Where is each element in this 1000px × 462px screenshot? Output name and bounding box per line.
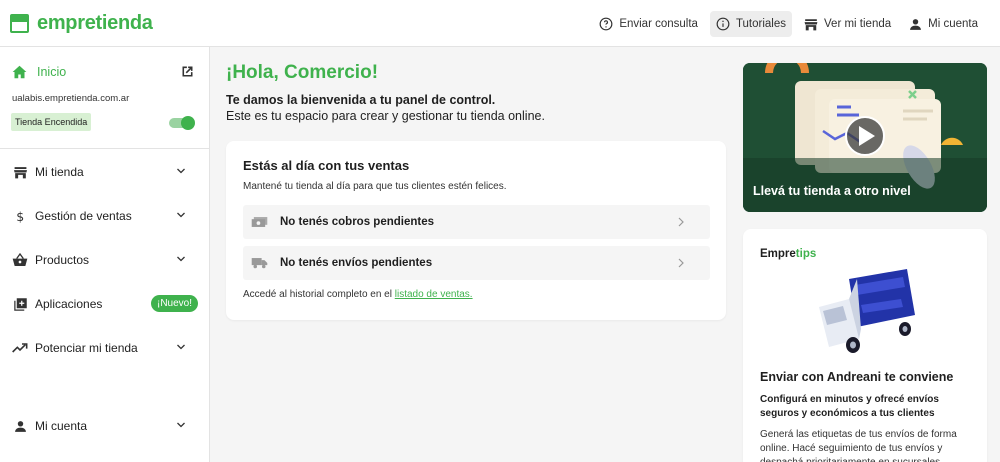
sales-card-subtitle: Mantené tu tienda al día para que tus cl… xyxy=(243,181,507,192)
sales-history-text: Accedé al historial completo en el lista… xyxy=(243,289,473,300)
open-external-icon[interactable] xyxy=(180,64,195,79)
chevron-down-icon xyxy=(173,341,189,353)
tips-body: Generá las etiquetas de tus envíos de fo… xyxy=(760,429,957,462)
tips-lead: Configurá en minutos y ofrecé envíos seg… xyxy=(760,394,939,419)
send-inquiry-button[interactable]: Enviar consulta xyxy=(593,11,704,37)
svg-text:$: $ xyxy=(16,209,24,224)
my-account-label: Mi cuenta xyxy=(35,419,88,433)
info-icon xyxy=(716,17,730,31)
pending-shipments-label: No tenés envíos pendientes xyxy=(280,257,433,269)
trending-up-icon xyxy=(12,342,28,354)
brand[interactable]: empretienda xyxy=(10,12,153,35)
pending-shipments-row[interactable]: No tenés envíos pendientes xyxy=(243,246,710,280)
chevron-down-icon xyxy=(173,253,189,265)
add-box-icon xyxy=(12,297,28,312)
sidebar-divider xyxy=(0,148,209,149)
boost-label: Potenciar mi tienda xyxy=(35,341,138,355)
store-toggle-thumb xyxy=(181,116,195,130)
sales-label: Gestión de ventas xyxy=(35,209,132,223)
tips-title-accent: tips xyxy=(795,248,817,260)
sidebar-item-sales[interactable]: $ Gestión de ventas xyxy=(12,205,198,227)
dollar-icon: $ xyxy=(12,209,28,224)
view-store-button[interactable]: Ver mi tienda xyxy=(798,11,897,37)
pending-payments-row[interactable]: No tenés cobros pendientes xyxy=(243,205,710,239)
history-prefix: Accedé al historial completo en el xyxy=(243,289,395,300)
welcome-text: Te damos la bienvenida a tu panel de con… xyxy=(226,93,496,107)
pending-payments-label: No tenés cobros pendientes xyxy=(280,216,435,228)
sidebar-item-products[interactable]: Productos xyxy=(12,249,198,271)
my-account-top-label: Mi cuenta xyxy=(928,18,978,30)
store-status-badge: Tienda Encendida xyxy=(11,113,92,131)
sales-card-title: Estás al día con tus ventas xyxy=(243,158,410,173)
apps-label: Aplicaciones xyxy=(35,297,103,311)
storefront-icon xyxy=(12,166,28,179)
store-url: ualabis.empretienda.com.ar xyxy=(12,93,130,104)
chevron-down-icon xyxy=(173,209,189,221)
basket-icon xyxy=(12,253,28,267)
store-toggle[interactable] xyxy=(169,116,195,130)
sidebar: Inicio ualabis.empretienda.com.ar Tienda… xyxy=(0,47,210,462)
tips-title-main: Empre xyxy=(760,248,796,260)
page-title: ¡Hola, Comercio! xyxy=(226,62,379,83)
tips-headline: Enviar con Andreani te conviene xyxy=(760,370,954,384)
brand-name: empretienda xyxy=(37,11,153,34)
tutorials-button[interactable]: Tutoriales xyxy=(709,11,793,37)
top-bar: empretienda Enviar consulta Tutoriales V… xyxy=(0,0,1000,47)
sales-card: Estás al día con tus ventas Mantené tu t… xyxy=(226,141,726,320)
sidebar-item-apps[interactable]: Aplicaciones ¡Nuevo! xyxy=(12,293,198,315)
person-icon xyxy=(12,420,28,433)
top-actions: Enviar consulta Tutoriales Ver mi tienda… xyxy=(593,11,984,37)
home-label: Inicio xyxy=(37,65,67,79)
chevron-right-icon xyxy=(676,257,686,269)
my-account-top-button[interactable]: Mi cuenta xyxy=(903,11,984,37)
sales-list-link[interactable]: listado de ventas. xyxy=(395,289,473,300)
products-label: Productos xyxy=(35,253,90,267)
help-circle-icon xyxy=(599,17,613,31)
person-icon xyxy=(909,18,922,31)
new-badge: ¡Nuevo! xyxy=(150,295,198,312)
chevron-right-icon xyxy=(676,216,686,228)
tutorials-label: Tutoriales xyxy=(735,18,787,30)
tips-title: Empretips xyxy=(760,248,816,260)
store-icon xyxy=(804,18,818,31)
sidebar-item-my-store[interactable]: Mi tienda xyxy=(12,161,198,183)
video-card[interactable]: Llevá tu tienda a otro nivel xyxy=(743,63,987,212)
sidebar-item-home[interactable]: Inicio xyxy=(12,65,66,79)
tips-card: Empretips Enviar con Andreani te convien… xyxy=(743,229,987,462)
payments-icon xyxy=(251,216,268,228)
send-inquiry-label: Enviar consulta xyxy=(619,18,698,30)
sidebar-item-my-account[interactable]: Mi cuenta xyxy=(12,415,198,437)
view-store-label: Ver mi tienda xyxy=(824,18,892,30)
home-icon xyxy=(12,65,27,79)
video-caption: Llevá tu tienda a otro nivel xyxy=(753,184,911,198)
my-store-label: Mi tienda xyxy=(35,165,84,179)
delivery-truck-illustration xyxy=(819,269,915,353)
chevron-down-icon xyxy=(173,419,189,431)
brand-logo-icon xyxy=(10,13,29,33)
welcome-subtext: Este es tu espacio para crear y gestiona… xyxy=(226,109,545,123)
truck-icon xyxy=(251,257,268,269)
chevron-down-icon xyxy=(173,165,189,177)
sidebar-item-boost[interactable]: Potenciar mi tienda xyxy=(12,337,198,359)
